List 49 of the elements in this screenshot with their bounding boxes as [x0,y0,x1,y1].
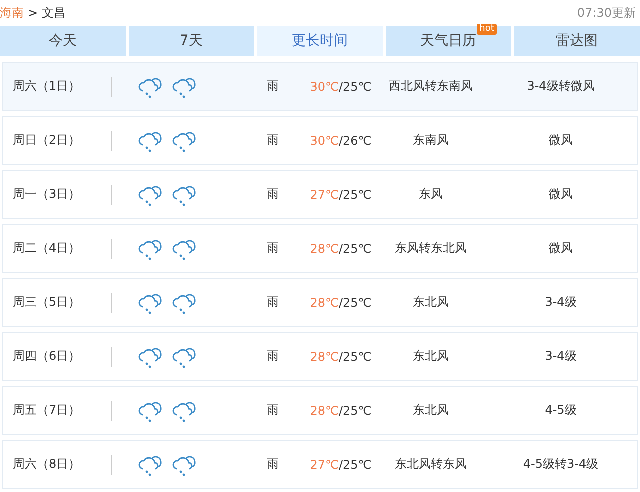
temperature-range: 28℃/25℃ [309,350,373,364]
wind-direction: 西北风转东南风 [388,78,474,95]
temperature-range: 27℃/25℃ [309,188,373,202]
city-name: 文昌 [42,4,66,22]
wind-direction: 东北风 [412,402,450,419]
wind-direction: 东北风转东风 [394,456,468,473]
wind-level: 3-4级 [544,294,578,311]
tab[interactable]: 更长时间 [257,26,383,56]
wind-level: 3-4级 [544,348,578,365]
date-label: 周六（8日） [12,456,82,473]
date-label: 周六（1日） [12,78,82,95]
weather-label: 雨 [266,132,280,149]
wind-direction: 东北风 [412,348,450,365]
tab[interactable]: 7天 [128,26,254,56]
weather-label: 雨 [266,294,280,311]
date-label: 周二（4日） [12,240,82,257]
wind-level: 4-5级 [544,402,578,419]
wind-direction: 东南风 [412,132,450,149]
weather-label: 雨 [266,402,280,419]
weather-label: 雨 [266,186,280,203]
weather-label: 雨 [266,348,280,365]
temperature-range: 28℃/25℃ [309,242,373,256]
wind-direction: 东风转东北风 [394,240,468,257]
weather-label: 雨 [266,456,280,473]
wind-level: 3-4级转微风 [526,78,596,95]
temperature-range: 30℃/25℃ [309,80,373,94]
date-label: 周一（3日） [12,186,82,203]
date-label: 周五（7日） [12,402,82,419]
wind-level: 微风 [548,240,574,257]
date-label: 周日（2日） [12,132,82,149]
wind-level: 4-5级转3-4级 [522,456,600,473]
tab[interactable]: 天气日历 hot [386,26,512,56]
wind-direction: 东风 [418,186,444,203]
temperature-range: 27℃/25℃ [309,458,373,472]
update-time: 07:30更新 [577,4,636,22]
tab[interactable]: 今天 [0,26,126,56]
tab[interactable]: 雷达图 [514,26,640,56]
breadcrumb-separator: > [28,6,38,20]
weather-label: 雨 [266,240,280,257]
date-label: 周四（6日） [12,348,82,365]
wind-level: 微风 [548,132,574,149]
wind-direction: 东北风 [412,294,450,311]
temperature-range: 28℃/25℃ [309,404,373,418]
temperature-range: 28℃/25℃ [309,296,373,310]
temperature-range: 30℃/26℃ [309,134,373,148]
wind-level: 微风 [548,186,574,203]
date-label: 周三（5日） [12,294,82,311]
hot-badge: hot [476,24,498,35]
weather-label: 雨 [266,78,280,95]
